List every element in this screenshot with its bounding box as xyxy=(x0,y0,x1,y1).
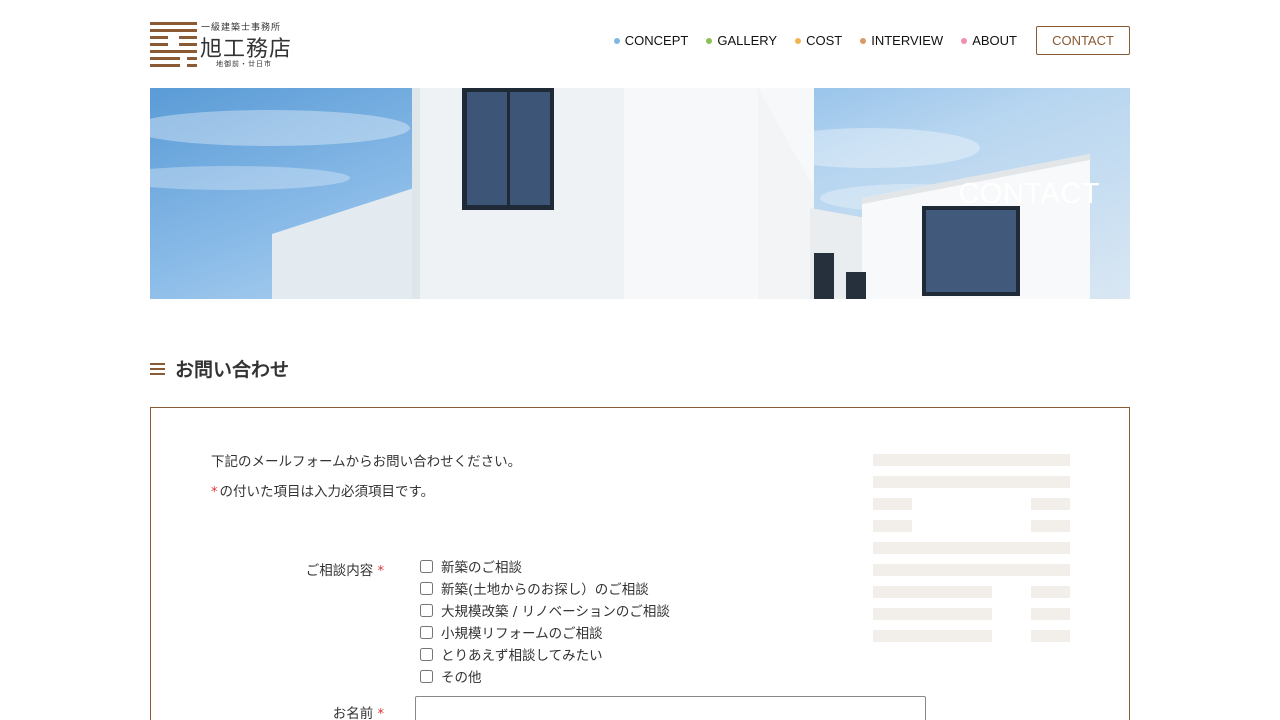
consult-option-other[interactable]: その他 xyxy=(419,665,670,687)
nav-item-about[interactable]: ABOUT xyxy=(961,33,1017,48)
consult-option-new-build-with-land[interactable]: 新築(土地からのお探し）のご相談 xyxy=(419,577,670,599)
nav-item-label: GALLERY xyxy=(717,33,778,48)
checkbox[interactable] xyxy=(420,581,433,595)
consult-option-new-build[interactable]: 新築のご相談 xyxy=(419,555,670,577)
global-nav: CONCEPT GALLERY COST INTERVIEW ABOUT CON… xyxy=(596,26,1130,55)
consult-options: 新築のご相談 新築(土地からのお探し）のご相談 大規模改築 / リノベーションの… xyxy=(419,555,670,687)
name-label: お名前 * xyxy=(206,702,386,720)
consult-option-label: 新築のご相談 xyxy=(441,560,522,576)
checkbox[interactable] xyxy=(420,603,433,617)
checkbox[interactable] xyxy=(420,625,433,639)
consult-option-small-reform[interactable]: 小規模リフォームのご相談 xyxy=(419,621,670,643)
contact-button[interactable]: CONTACT xyxy=(1036,26,1130,55)
nav-dot-icon xyxy=(706,37,713,44)
nav-item-label: INTERVIEW xyxy=(871,33,944,48)
nav-dot-icon xyxy=(860,37,867,44)
site-logo[interactable]: 一級建築士事務所 旭工務店 地御前・廿日市 xyxy=(150,20,302,68)
consult-option-label: その他 xyxy=(441,670,482,686)
consult-label-text: ご相談内容 xyxy=(305,563,374,579)
contact-form: 下記のメールフォームからお問い合わせください。 * の付いた項目は入力必須項目です… xyxy=(150,407,1130,720)
required-star: * xyxy=(377,564,385,579)
logo-watermark xyxy=(873,454,1070,644)
consult-option-label: 新築(土地からのお探し）のご相談 xyxy=(441,582,649,598)
required-note-text: の付いた項目は入力必須項目です。 xyxy=(219,484,435,500)
required-star: * xyxy=(211,485,218,500)
logo-mark-icon xyxy=(150,22,197,67)
name-label-text: お名前 xyxy=(332,706,374,720)
consult-option-renovation[interactable]: 大規模改築 / リノベーションのご相談 xyxy=(419,599,670,621)
nav-dot-icon xyxy=(961,37,968,44)
consult-option-just-consult[interactable]: とりあえず相談してみたい xyxy=(419,643,670,665)
checkbox[interactable] xyxy=(420,559,433,573)
logo-location: 地御前・廿日市 xyxy=(216,60,272,68)
consult-option-label: 小規模リフォームのご相談 xyxy=(441,626,603,642)
required-note: * の付いた項目は入力必須項目です。 xyxy=(211,480,434,500)
nav-item-label: COST xyxy=(806,33,843,48)
form-intro: 下記のメールフォームからお問い合わせください。 xyxy=(211,454,522,470)
nav-item-concept[interactable]: CONCEPT xyxy=(613,33,689,48)
nav-item-cost[interactable]: COST xyxy=(795,33,842,48)
section-header: お問い合わせ xyxy=(150,355,289,382)
nav-item-label: CONCEPT xyxy=(624,33,689,48)
required-star: * xyxy=(377,707,385,720)
section-title: お問い合わせ xyxy=(175,359,290,381)
checkbox[interactable] xyxy=(420,669,433,683)
hero-banner: CONTACT xyxy=(150,88,1130,299)
name-input[interactable] xyxy=(415,696,926,720)
consult-option-label: 大規模改築 / リノベーションのご相談 xyxy=(441,604,670,620)
consult-option-label: とりあえず相談してみたい xyxy=(441,648,603,664)
nav-item-gallery[interactable]: GALLERY xyxy=(706,33,777,48)
consult-label: ご相談内容 * xyxy=(206,559,386,579)
checkbox[interactable] xyxy=(420,647,433,661)
hero-title: CONTACT xyxy=(958,178,1100,210)
nav-dot-icon xyxy=(613,37,620,44)
list-icon xyxy=(150,362,165,375)
nav-dot-icon xyxy=(795,37,802,44)
nav-item-interview[interactable]: INTERVIEW xyxy=(860,33,943,48)
nav-item-label: ABOUT xyxy=(972,33,1017,48)
